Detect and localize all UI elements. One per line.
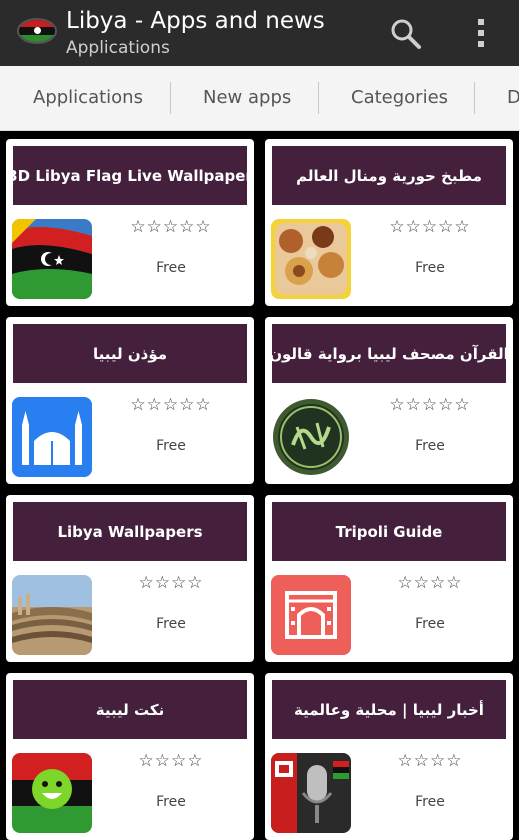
app-name: القرآن مصحف ليبيا برواية قالون	[272, 324, 506, 383]
rating-stars: ☆☆☆☆☆	[130, 395, 212, 415]
price-label: Free	[156, 794, 186, 810]
app-name: مطبخ حورية ومنال العالم	[272, 146, 506, 205]
price-label: Free	[415, 794, 445, 810]
app-grid: 3D Libya Flag Live Wallpaper ☆☆☆☆☆ Free …	[0, 131, 519, 840]
action-bar: Libya - Apps and news Applications	[0, 0, 519, 66]
price-label: Free	[415, 616, 445, 632]
libya-flag-icon	[12, 219, 92, 299]
price-label: Free	[415, 260, 445, 276]
quran-emblem-icon	[271, 397, 351, 477]
rating-stars: ☆☆☆☆☆	[389, 395, 471, 415]
overflow-menu-icon[interactable]	[472, 16, 490, 50]
tab-divider	[318, 82, 319, 114]
tab-bar: Applications New apps Categories D	[0, 66, 519, 131]
mosque-icon	[12, 397, 92, 477]
price-label: Free	[415, 438, 445, 454]
app-card[interactable]: مطبخ حورية ومنال العالم ☆☆☆☆☆ Free	[265, 139, 513, 306]
libya-flag-logo-icon[interactable]	[17, 18, 57, 44]
app-card[interactable]: نكت ليبية ☆☆☆☆ Free	[6, 673, 254, 840]
app-subtitle: Applications	[66, 38, 170, 58]
rating-stars: ☆☆☆☆	[397, 751, 463, 771]
rating-stars: ☆☆☆☆☆	[130, 217, 212, 237]
app-name: Libya Wallpapers	[13, 502, 247, 561]
food-dishes-icon	[271, 219, 351, 299]
price-label: Free	[156, 260, 186, 276]
rating-stars: ☆☆☆☆	[138, 573, 204, 593]
app-name: مؤذن ليبيا	[13, 324, 247, 383]
price-label: Free	[156, 616, 186, 632]
rating-stars: ☆☆☆☆☆	[389, 217, 471, 237]
app-card[interactable]: 3D Libya Flag Live Wallpaper ☆☆☆☆☆ Free	[6, 139, 254, 306]
app-card[interactable]: أخبار ليبيا | محلية وعالمية ☆☆☆☆ Free	[265, 673, 513, 840]
price-label: Free	[156, 438, 186, 454]
news-microphone-icon	[271, 753, 351, 833]
app-name: Tripoli Guide	[272, 502, 506, 561]
tab-divider	[474, 82, 475, 114]
tab-partial[interactable]: D	[507, 66, 519, 130]
laughing-face-icon	[12, 753, 92, 833]
tab-applications[interactable]: Applications	[33, 66, 143, 130]
app-card[interactable]: القرآن مصحف ليبيا برواية قالون ☆☆☆☆☆ Fre…	[265, 317, 513, 484]
app-title: Libya - Apps and news	[66, 8, 325, 34]
rating-stars: ☆☆☆☆	[397, 573, 463, 593]
ruins-photo-icon	[12, 575, 92, 655]
app-card[interactable]: مؤذن ليبيا ☆☆☆☆☆ Free	[6, 317, 254, 484]
tab-divider	[170, 82, 171, 114]
arch-gate-icon	[271, 575, 351, 655]
search-icon[interactable]	[388, 16, 424, 52]
app-card[interactable]: Tripoli Guide ☆☆☆☆ Free	[265, 495, 513, 662]
tab-categories[interactable]: Categories	[351, 66, 448, 130]
app-name: أخبار ليبيا | محلية وعالمية	[272, 680, 506, 739]
app-card[interactable]: Libya Wallpapers ☆☆☆☆ Free	[6, 495, 254, 662]
app-name: 3D Libya Flag Live Wallpaper	[13, 146, 247, 205]
tab-new-apps[interactable]: New apps	[203, 66, 291, 130]
app-name: نكت ليبية	[13, 680, 247, 739]
rating-stars: ☆☆☆☆	[138, 751, 204, 771]
